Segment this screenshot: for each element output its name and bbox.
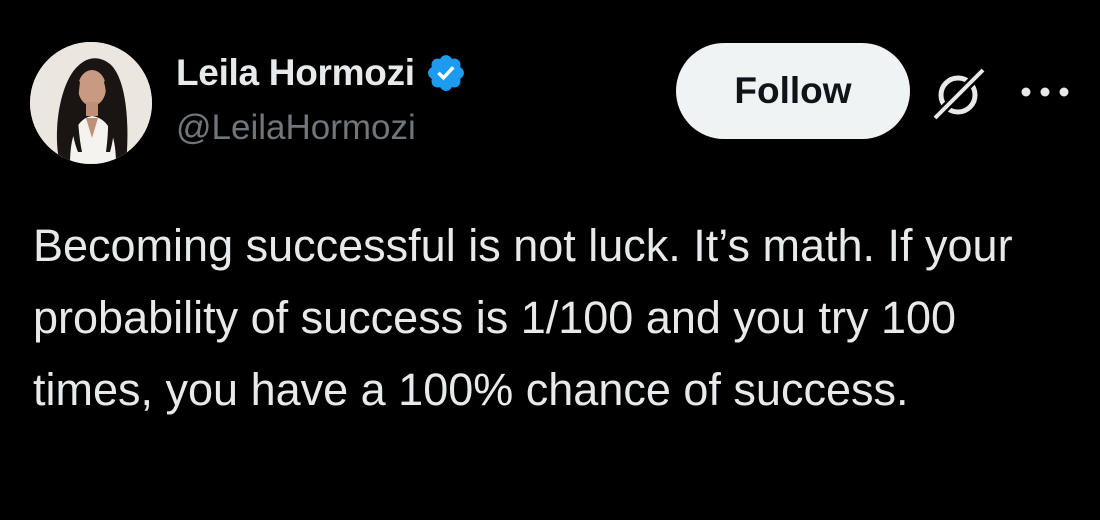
avatar[interactable] <box>30 42 152 164</box>
verified-badge-icon[interactable] <box>425 52 467 94</box>
tweet-text: Becoming successful is not luck. It’s ma… <box>33 220 1013 415</box>
author-name-row: Leila Hormozi <box>176 48 467 98</box>
grok-slash-icon[interactable] <box>929 62 991 124</box>
more-options-icon[interactable] <box>1016 78 1074 106</box>
profile-photo <box>30 42 152 164</box>
tweet-card: Leila Hormozi @LeilaHormozi Follow Becom… <box>0 0 1100 520</box>
follow-button[interactable]: Follow <box>676 43 910 139</box>
author-handle[interactable]: @LeilaHormozi <box>176 108 416 148</box>
author-display-name[interactable]: Leila Hormozi <box>176 52 415 94</box>
